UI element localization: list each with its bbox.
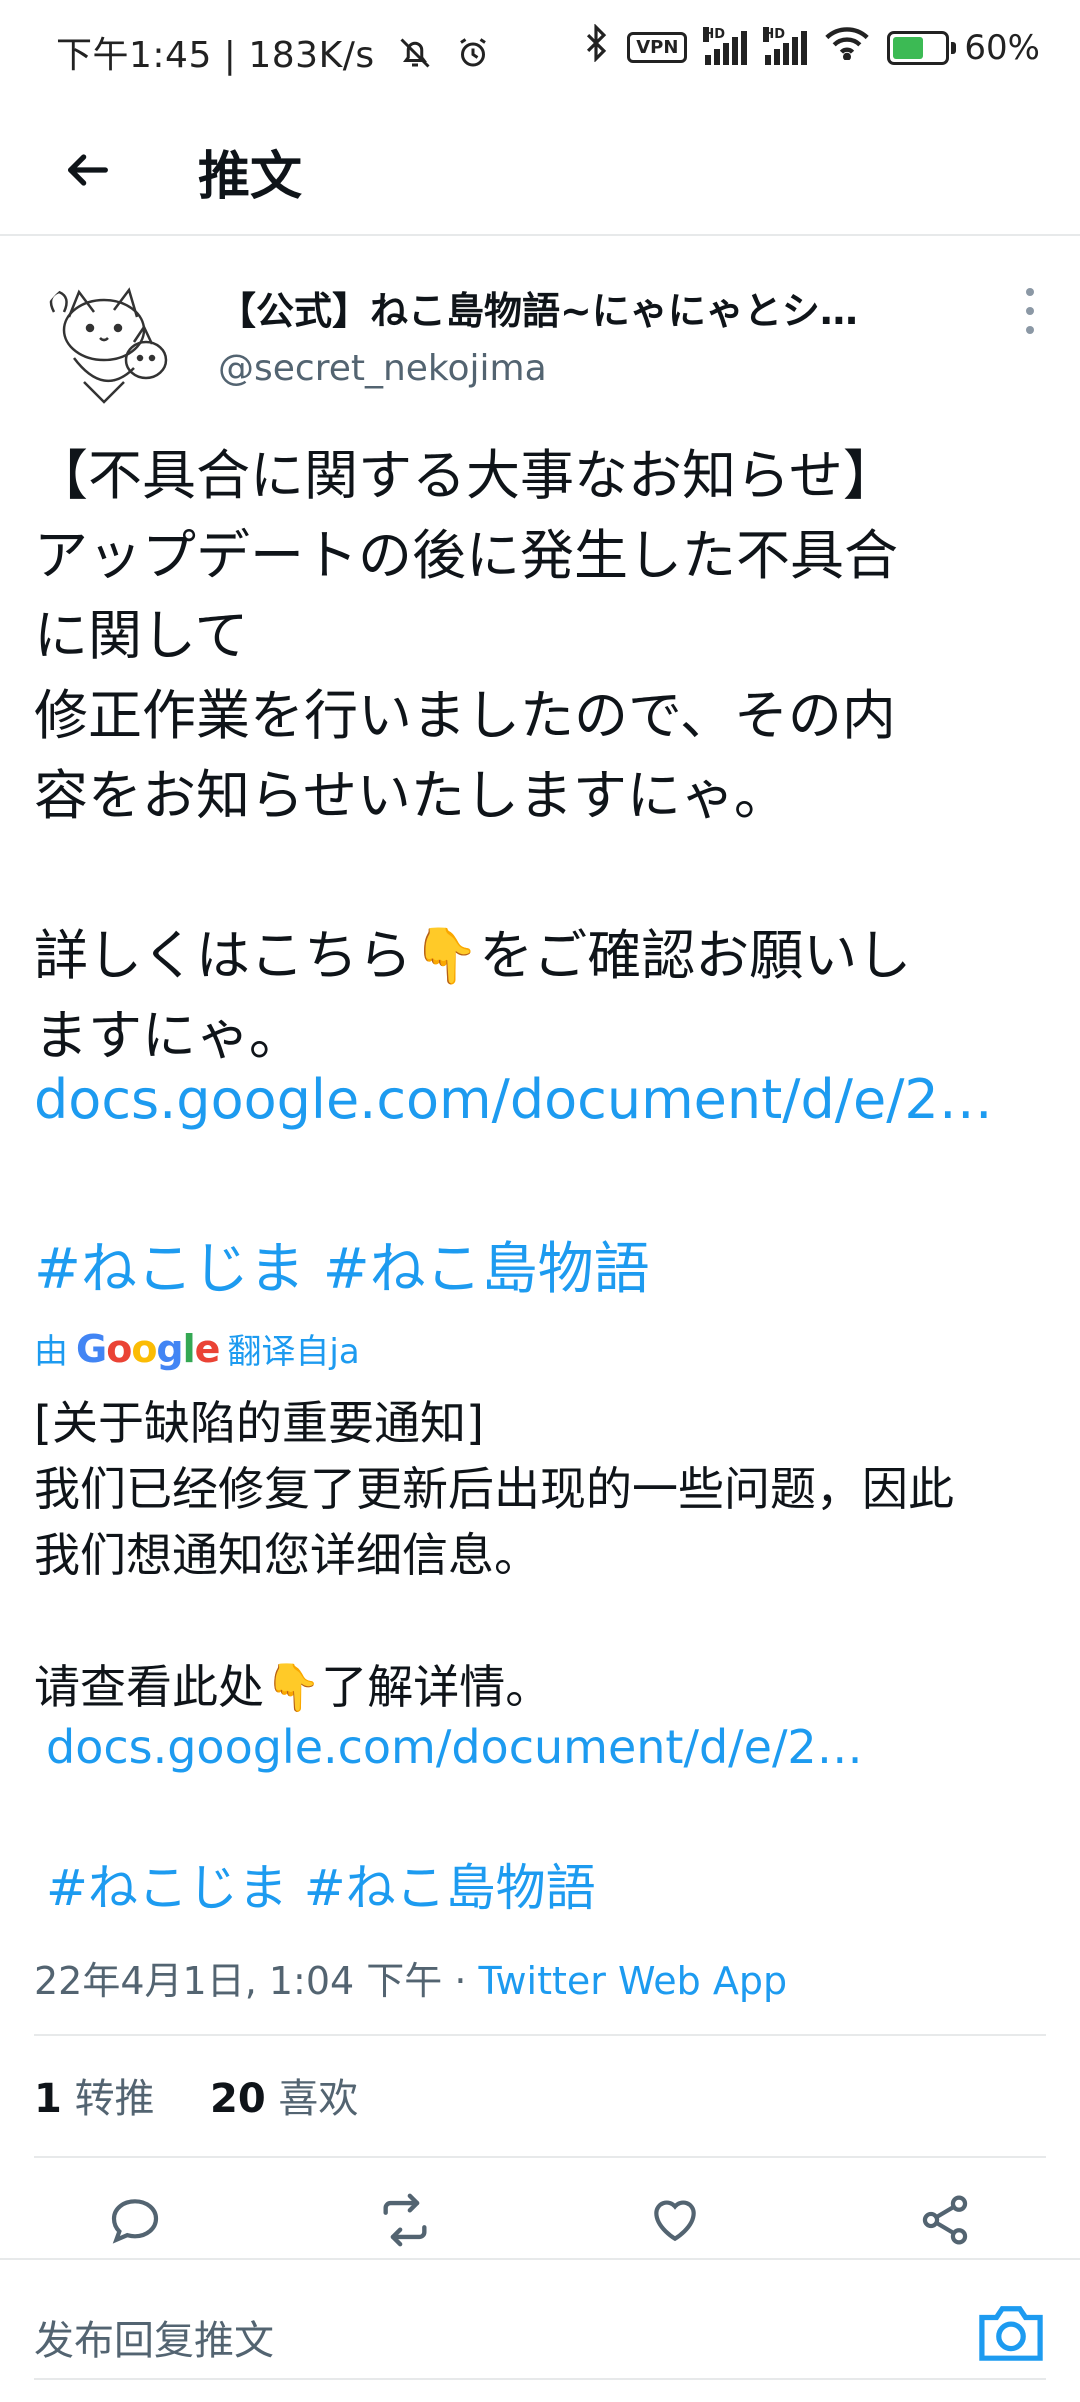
status-left: 下午1:45 | 183K/s bbox=[56, 26, 491, 80]
signal-icon-2: HD bbox=[763, 26, 808, 65]
camera-button[interactable] bbox=[976, 2300, 1046, 2364]
retweets-stat[interactable]: 1 转推 bbox=[34, 2076, 155, 2122]
avatar[interactable] bbox=[34, 272, 184, 422]
wifi-icon bbox=[825, 26, 870, 69]
divider bbox=[34, 2034, 1046, 2036]
bell-off-icon bbox=[397, 35, 433, 80]
tweet-actions bbox=[0, 2185, 1080, 2265]
reply-input[interactable]: 发布回复推文 bbox=[34, 2308, 274, 2366]
battery-icon bbox=[887, 30, 950, 65]
translation-hashtags[interactable]: #ねこじま #ねこ島物語 bbox=[46, 1848, 596, 1920]
like-button[interactable] bbox=[640, 2185, 710, 2255]
avatar-image bbox=[34, 272, 184, 422]
translation-link[interactable]: docs.google.com/document/d/e/2… bbox=[46, 1720, 863, 1774]
more-options-button[interactable] bbox=[1010, 288, 1050, 334]
reply-icon bbox=[111, 2199, 159, 2244]
status-time: 下午1:45 bbox=[56, 35, 212, 76]
battery-indicator: 60% bbox=[887, 28, 1040, 68]
translated-by-label[interactable]: 由 Google 翻译自ja bbox=[34, 1324, 360, 1373]
more-vertical-icon bbox=[1026, 288, 1034, 296]
alarm-icon bbox=[455, 35, 491, 80]
google-logo: Google bbox=[76, 1326, 220, 1371]
author-name[interactable]: 【公式】ねこ島物語~にゃにゃとシ… bbox=[218, 280, 918, 335]
app-header: 推文 bbox=[0, 104, 1080, 236]
status-bar: 下午1:45 | 183K/s VPN HD HD 60% bbox=[0, 0, 1080, 104]
camera-icon bbox=[979, 2306, 1043, 2361]
tweet-link[interactable]: docs.google.com/document/d/e/2… bbox=[34, 1068, 993, 1131]
reply-button[interactable] bbox=[100, 2185, 170, 2255]
likes-stat[interactable]: 20 喜欢 bbox=[210, 2076, 358, 2122]
bluetooth-icon bbox=[583, 23, 609, 71]
retweet-icon bbox=[383, 2193, 427, 2247]
back-button[interactable] bbox=[48, 130, 128, 210]
status-speed: 183K/s bbox=[248, 35, 375, 76]
battery-percent: 60% bbox=[964, 27, 1040, 68]
tweet-source[interactable]: Twitter Web App bbox=[479, 1959, 788, 2003]
author-handle[interactable]: @secret_nekojima bbox=[218, 348, 547, 389]
tweet-timestamp: 22年4月1日, 1:04 下午 · Twitter Web App bbox=[34, 1959, 788, 2003]
tweet-hashtags[interactable]: #ねこじま #ねこ島物語 bbox=[34, 1224, 650, 1305]
share-button[interactable] bbox=[910, 2185, 980, 2255]
share-icon bbox=[922, 2195, 968, 2245]
signal-icon-1: HD bbox=[703, 26, 748, 65]
translation-text: [关于缺陷的重要通知] 我们已经修复了更新后出现的一些问题，因此 我们想通知您详… bbox=[34, 1396, 954, 1714]
reply-bar: 发布回复推文 bbox=[0, 2258, 1080, 2402]
vpn-badge: VPN bbox=[627, 32, 688, 63]
tweet-text: 【不具合に関する大事なお知らせ】 アップデートの後に発生した不具合 に関して 修… bbox=[34, 444, 912, 1067]
retweet-button[interactable] bbox=[370, 2185, 440, 2255]
divider bbox=[34, 2156, 1046, 2158]
like-icon bbox=[654, 2200, 696, 2242]
back-arrow-icon bbox=[68, 154, 108, 186]
page-title: 推文 bbox=[198, 147, 303, 207]
tweet-stats: 1 转推 20 喜欢 bbox=[34, 2066, 358, 2124]
status-right: VPN HD HD 60% bbox=[583, 23, 1040, 71]
